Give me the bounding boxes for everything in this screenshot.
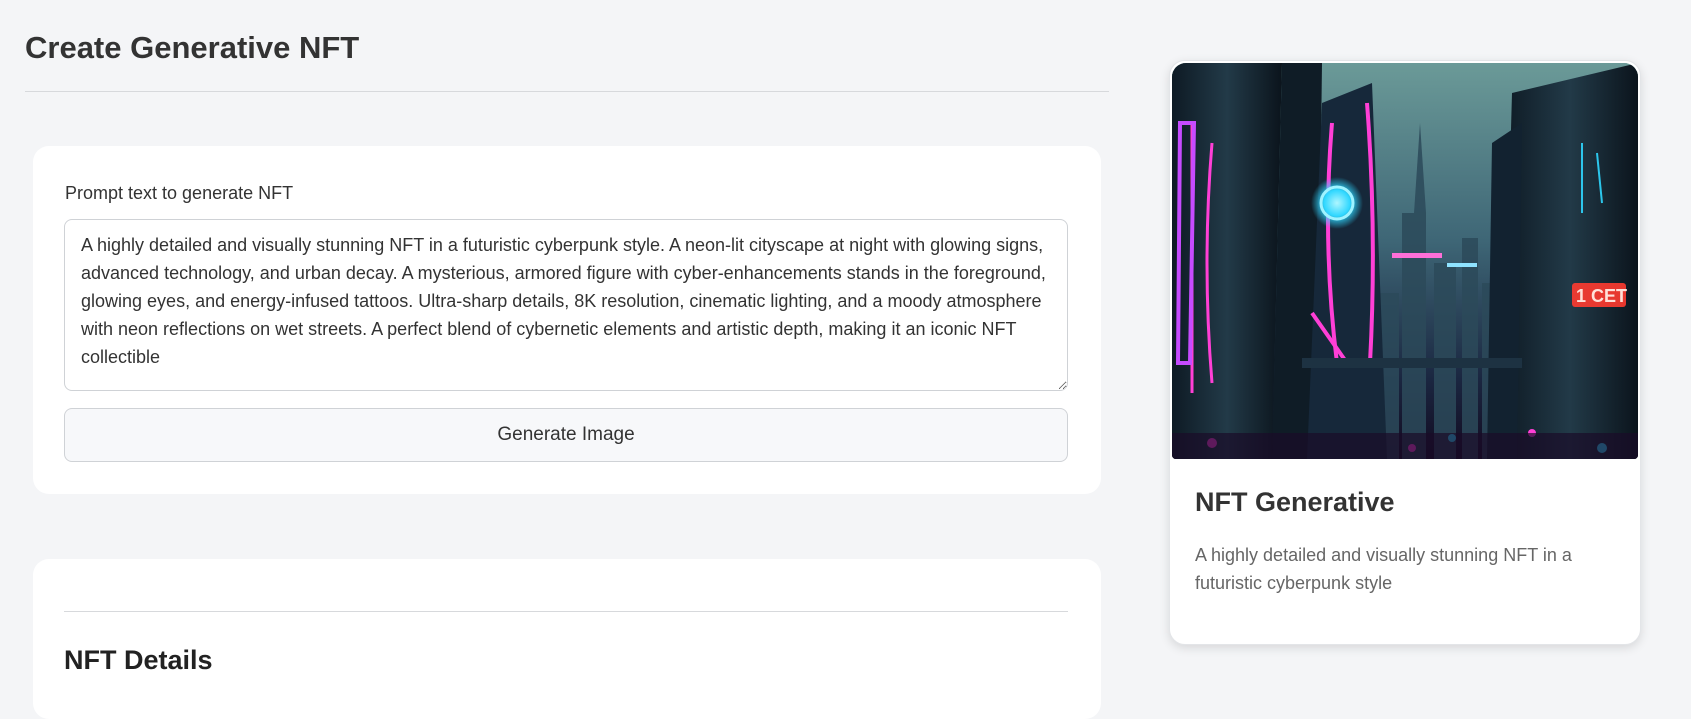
nft-details-title: NFT Details	[64, 645, 213, 675]
nft-preview-card: 1 CET NFT Generative A highly detailed a…	[1169, 60, 1641, 645]
prompt-label: Prompt text to generate NFT	[65, 183, 294, 203]
neon-sign-text: 1 CET	[1576, 286, 1627, 306]
nft-preview-image: 1 CET	[1172, 63, 1638, 459]
prompt-textarea[interactable]: A highly detailed and visually stunning …	[64, 219, 1068, 391]
nft-preview-title: NFT Generative	[1195, 487, 1395, 517]
prompt-card: Prompt text to generate NFT A highly det…	[33, 146, 1101, 494]
cyberpunk-city-illustration: 1 CET	[1172, 63, 1638, 459]
details-divider	[64, 611, 1068, 612]
nft-preview-description: A highly detailed and visually stunning …	[1195, 545, 1572, 593]
generate-image-button[interactable]: Generate Image	[64, 408, 1068, 462]
title-divider	[25, 91, 1109, 92]
page-title: Create Generative NFT	[25, 30, 360, 65]
nft-details-card: NFT Details	[33, 559, 1101, 719]
